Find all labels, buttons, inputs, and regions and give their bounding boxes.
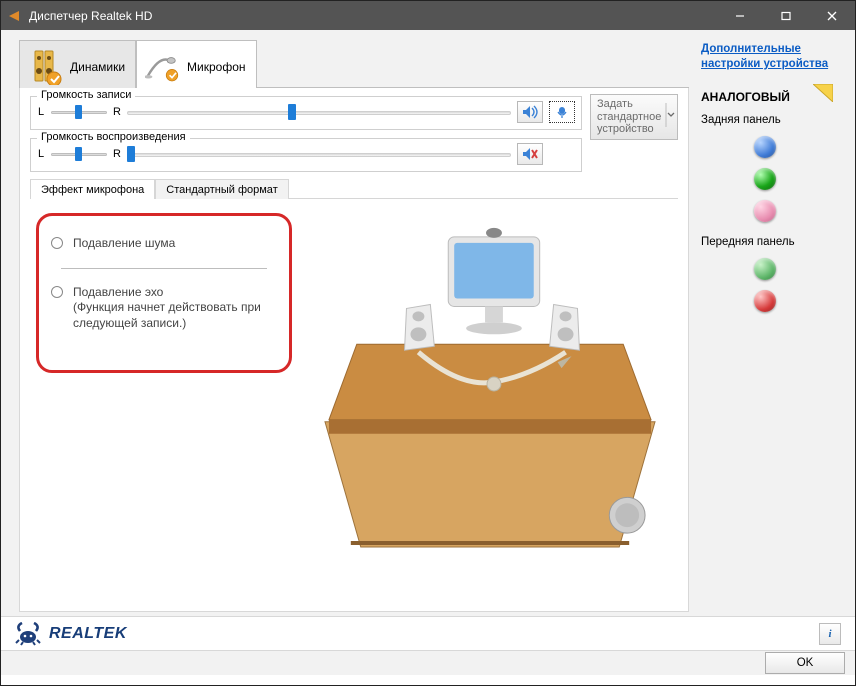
balance-r-label: R bbox=[113, 106, 121, 118]
front-panel-label: Передняя панель bbox=[701, 236, 829, 248]
jack-mic-icon[interactable] bbox=[754, 200, 776, 222]
noise-suppression-label: Подавление шума bbox=[73, 236, 175, 252]
divider bbox=[61, 268, 267, 269]
microphone-panel: Громкость записи L R bbox=[19, 88, 689, 612]
playback-volume-group: Громкость воспроизведения L R bbox=[30, 138, 582, 172]
echo-cancellation-note: (Функция начнет действовать при следующе… bbox=[73, 300, 261, 330]
recording-device-button[interactable] bbox=[549, 101, 575, 123]
brand-text: REALTEK bbox=[49, 625, 127, 643]
tab-microphone-label: Микрофон bbox=[187, 60, 245, 74]
subtab-mic-effect[interactable]: Эффект микрофона bbox=[30, 179, 155, 199]
speakers-icon bbox=[28, 49, 64, 85]
jack-front-out-icon[interactable] bbox=[754, 258, 776, 280]
jack-line-out-icon[interactable] bbox=[754, 168, 776, 190]
effects-tab-bar: Эффект микрофона Стандартный формат bbox=[30, 178, 678, 199]
jack-line-in-icon[interactable] bbox=[754, 136, 776, 158]
note-fold-icon bbox=[813, 84, 833, 102]
balance-l-label-2: L bbox=[37, 148, 45, 160]
device-tab-bar: Динамики Микрофон bbox=[19, 40, 689, 88]
subtab-mic-effect-label: Эффект микрофона bbox=[41, 184, 144, 196]
playback-volume-label: Громкость воспроизведения bbox=[37, 131, 190, 143]
playback-balance-slider[interactable] bbox=[51, 145, 107, 163]
window-title: Диспетчер Realtek HD bbox=[29, 9, 717, 23]
recording-mute-button[interactable] bbox=[517, 101, 543, 123]
echo-cancellation-title: Подавление эхо bbox=[73, 285, 163, 299]
close-button[interactable] bbox=[809, 1, 855, 30]
titlebar: Диспетчер Realtek HD bbox=[1, 1, 855, 30]
jack-front-mic-icon[interactable] bbox=[754, 290, 776, 312]
recording-volume-group: Громкость записи L R bbox=[30, 96, 582, 130]
playback-mute-button[interactable] bbox=[517, 143, 543, 165]
chevron-down-icon bbox=[665, 103, 675, 131]
device-illustration bbox=[302, 213, 678, 551]
balance-l-label: L bbox=[37, 106, 45, 118]
brand-logo: REALTEK bbox=[15, 622, 127, 646]
recording-volume-label: Громкость записи bbox=[37, 89, 135, 101]
analog-label: АНАЛОГОВЫЙ bbox=[701, 90, 829, 104]
recording-volume-slider[interactable] bbox=[127, 103, 511, 121]
balance-r-label-2: R bbox=[113, 148, 121, 160]
ok-button[interactable]: OK bbox=[765, 652, 845, 674]
maximize-button[interactable] bbox=[763, 1, 809, 30]
sidebar: Дополнительные настройки устройства АНАЛ… bbox=[697, 40, 833, 612]
set-default-device-label: Задать стандартное устройство bbox=[597, 98, 665, 136]
echo-cancellation-label: Подавление эхо (Функция начнет действова… bbox=[73, 285, 277, 332]
subtab-default-format[interactable]: Стандартный формат bbox=[155, 179, 288, 199]
app-icon bbox=[7, 9, 21, 23]
recording-balance-slider[interactable] bbox=[51, 103, 107, 121]
noise-suppression-option[interactable]: Подавление шума bbox=[51, 236, 277, 252]
tab-speakers[interactable]: Динамики bbox=[19, 40, 136, 88]
back-panel-label: Задняя панель bbox=[701, 114, 829, 126]
info-button[interactable]: i bbox=[819, 623, 841, 645]
advanced-settings-link[interactable]: Дополнительные настройки устройства bbox=[701, 42, 829, 72]
set-default-device-button[interactable]: Задать стандартное устройство bbox=[590, 94, 678, 140]
footer: REALTEK i bbox=[1, 616, 855, 650]
echo-cancellation-option[interactable]: Подавление эхо (Функция начнет действова… bbox=[51, 285, 277, 332]
radio-icon bbox=[51, 286, 63, 298]
microphone-icon bbox=[145, 49, 181, 85]
tab-microphone[interactable]: Микрофон bbox=[136, 40, 256, 88]
subtab-default-format-label: Стандартный формат bbox=[166, 184, 277, 196]
radio-icon bbox=[51, 237, 63, 249]
tab-speakers-label: Динамики bbox=[70, 60, 125, 74]
playback-volume-slider[interactable] bbox=[127, 145, 511, 163]
dialog-button-row: OK bbox=[1, 650, 855, 675]
mic-effects-highlight: Подавление шума Подавление эхо (Функция … bbox=[36, 213, 292, 373]
minimize-button[interactable] bbox=[717, 1, 763, 30]
realtek-crab-icon bbox=[15, 622, 41, 646]
